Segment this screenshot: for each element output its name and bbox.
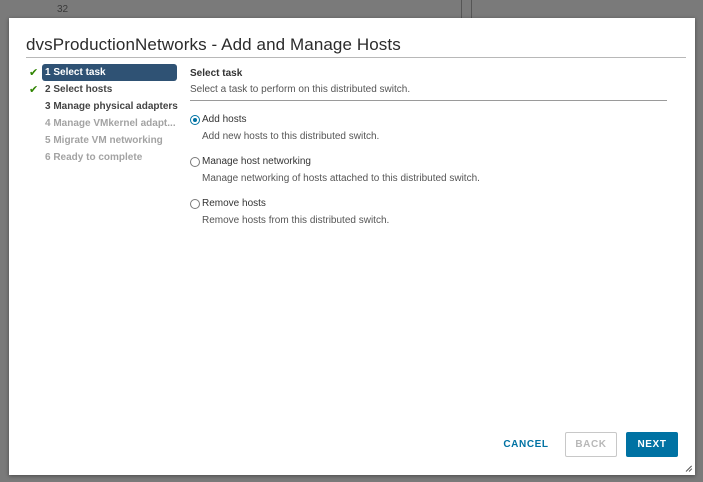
next-button[interactable]: NEXT: [626, 432, 678, 457]
step-label: 3 Manage physical adapters: [45, 101, 178, 112]
check-icon: ✔: [29, 84, 39, 96]
step-label: 2 Select hosts: [45, 84, 113, 95]
dialog-title: dvsProductionNetworks - Add and Manage H…: [26, 35, 401, 54]
option-label[interactable]: Manage host networking: [202, 156, 311, 167]
resize-grip-icon[interactable]: [685, 465, 693, 473]
title-divider: [26, 57, 686, 58]
cancel-button[interactable]: CANCEL: [500, 432, 552, 457]
radio-icon[interactable]: [190, 199, 200, 209]
back-button: BACK: [565, 432, 617, 457]
add-manage-hosts-dialog: dvsProductionNetworks - Add and Manage H…: [9, 18, 695, 475]
step-label: 6 Ready to complete: [45, 152, 143, 163]
step-label: 1 Select task: [45, 67, 106, 78]
radio-icon[interactable]: [190, 157, 200, 167]
background-divider: [471, 0, 472, 18]
option-description: Manage networking of hosts attached to t…: [202, 173, 480, 184]
section-title: Select task: [190, 68, 243, 79]
wizard-steps: ✔ 1 Select task ✔ 2 Select hosts 3 Manag…: [26, 64, 186, 166]
background-divider: [461, 0, 462, 18]
option-label[interactable]: Remove hosts: [202, 198, 266, 209]
step-select-task[interactable]: ✔ 1 Select task: [29, 64, 177, 81]
background-text: 32: [57, 4, 69, 15]
step-content: Select task Select a task to perform on …: [190, 68, 667, 101]
step-migrate-vm-networking: 5 Migrate VM networking: [26, 132, 186, 149]
option-description: Remove hosts from this distributed switc…: [202, 215, 390, 226]
step-manage-vmkernel-adapters: 4 Manage VMkernel adapt...: [26, 115, 186, 132]
step-ready-to-complete: 6 Ready to complete: [26, 149, 186, 166]
option-description: Add new hosts to this distributed switch…: [202, 131, 380, 142]
step-label: 4 Manage VMkernel adapt...: [45, 118, 176, 129]
option-label[interactable]: Add hosts: [202, 114, 246, 125]
check-icon: ✔: [29, 67, 39, 79]
step-label: 5 Migrate VM networking: [45, 135, 163, 146]
step-manage-physical-adapters[interactable]: 3 Manage physical adapters: [26, 98, 186, 115]
section-divider: [190, 100, 667, 101]
section-description: Select a task to perform on this distrib…: [190, 84, 411, 95]
radio-icon[interactable]: [190, 115, 200, 125]
step-select-hosts[interactable]: ✔ 2 Select hosts: [26, 81, 186, 98]
